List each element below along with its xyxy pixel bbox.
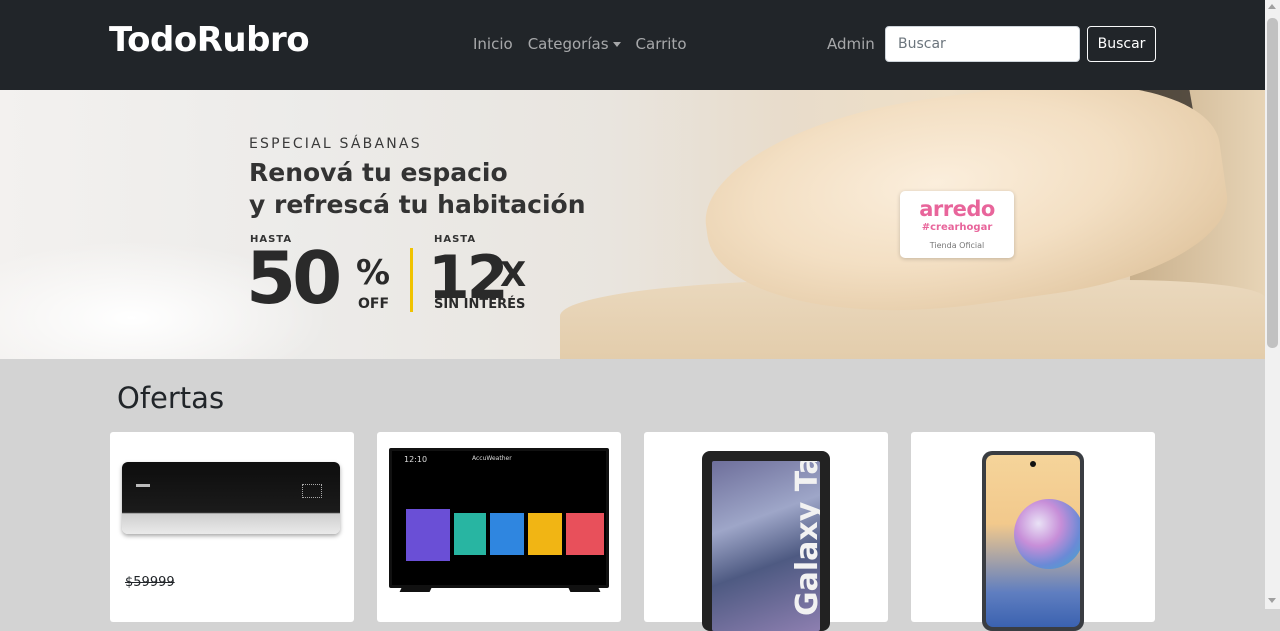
tv-screen-app: AccuWeather xyxy=(472,455,512,462)
scroll-down-arrow-icon[interactable] xyxy=(1268,598,1276,603)
product-card[interactable] xyxy=(911,432,1155,631)
product-card[interactable]: Galaxy Tab A7 Lite xyxy=(644,432,888,631)
product-image-phone xyxy=(982,451,1084,631)
phone-wallpaper-orb xyxy=(1014,499,1080,569)
tv-tile xyxy=(528,513,562,555)
tv-tile xyxy=(406,509,450,561)
product-card[interactable]: $59999 xyxy=(110,432,354,622)
tv-stand-right xyxy=(567,586,601,592)
nav-link-admin[interactable]: Admin xyxy=(827,35,875,53)
brand-logo[interactable]: TodoRubro xyxy=(109,20,310,60)
product-image-tv: 12:10 AccuWeather xyxy=(389,448,609,588)
ac-display-icon xyxy=(302,484,322,498)
tv-tile xyxy=(566,513,604,555)
phone-screen xyxy=(986,455,1080,627)
tablet-screen: Galaxy Tab A7 Lite xyxy=(712,461,820,631)
banner-divider xyxy=(410,248,413,312)
nav-link-carrito[interactable]: Carrito xyxy=(636,35,687,53)
tv-stand-left xyxy=(399,586,433,592)
nav-link-inicio[interactable]: Inicio xyxy=(473,35,513,53)
banner-off-label: OFF xyxy=(358,296,390,312)
arredo-logo-card: arredo #crearhogar Tienda Oficial xyxy=(900,191,1014,258)
banner-discount-value: 50 xyxy=(246,236,342,320)
tablet-screen-text: Galaxy Tab A7 Lite xyxy=(790,461,820,616)
product-card[interactable]: 12:10 AccuWeather xyxy=(377,432,621,622)
nav-link-categorias-label: Categorías xyxy=(527,35,609,53)
nav-link-categorias[interactable]: Categorías xyxy=(528,35,621,53)
nav-links: Inicio Categorías Carrito xyxy=(473,35,687,53)
tv-screen-time: 12:10 xyxy=(404,455,428,464)
search-button[interactable]: Buscar xyxy=(1087,26,1156,62)
scroll-up-arrow-icon[interactable] xyxy=(1268,4,1276,9)
banner-kicker: ESPECIAL SÁBANAS xyxy=(249,136,422,152)
product-image-tablet: Galaxy Tab A7 Lite xyxy=(702,451,830,631)
arredo-logo: arredo xyxy=(919,197,995,221)
banner-sin-interes: SIN INTERÉS xyxy=(434,297,526,312)
promo-banner[interactable]: ESPECIAL SÁBANAS Renová tu espacio y ref… xyxy=(0,90,1265,359)
navbar: TodoRubro Inicio Categorías Carrito Admi… xyxy=(0,0,1265,90)
arredo-tienda-oficial: Tienda Oficial xyxy=(929,241,985,250)
chevron-down-icon xyxy=(612,42,621,47)
banner-title-line2: y refrescá tu habitación xyxy=(249,190,586,219)
banner-installments-x: X xyxy=(500,255,527,295)
tv-tile xyxy=(490,513,524,555)
product-old-price: $59999 xyxy=(125,575,175,590)
search-input[interactable] xyxy=(885,26,1080,62)
product-image-air-conditioner xyxy=(122,462,340,534)
arredo-hashtag: #crearhogar xyxy=(921,222,993,233)
tv-tile xyxy=(454,513,486,555)
section-title-ofertas: Ofertas xyxy=(117,381,225,415)
scrollbar-thumb[interactable] xyxy=(1267,18,1278,348)
banner-discount-percent: % xyxy=(356,253,391,293)
banner-title-line1: Renová tu espacio xyxy=(249,158,508,187)
ac-brand-mark xyxy=(136,484,150,487)
phone-camera-icon xyxy=(1030,461,1036,467)
